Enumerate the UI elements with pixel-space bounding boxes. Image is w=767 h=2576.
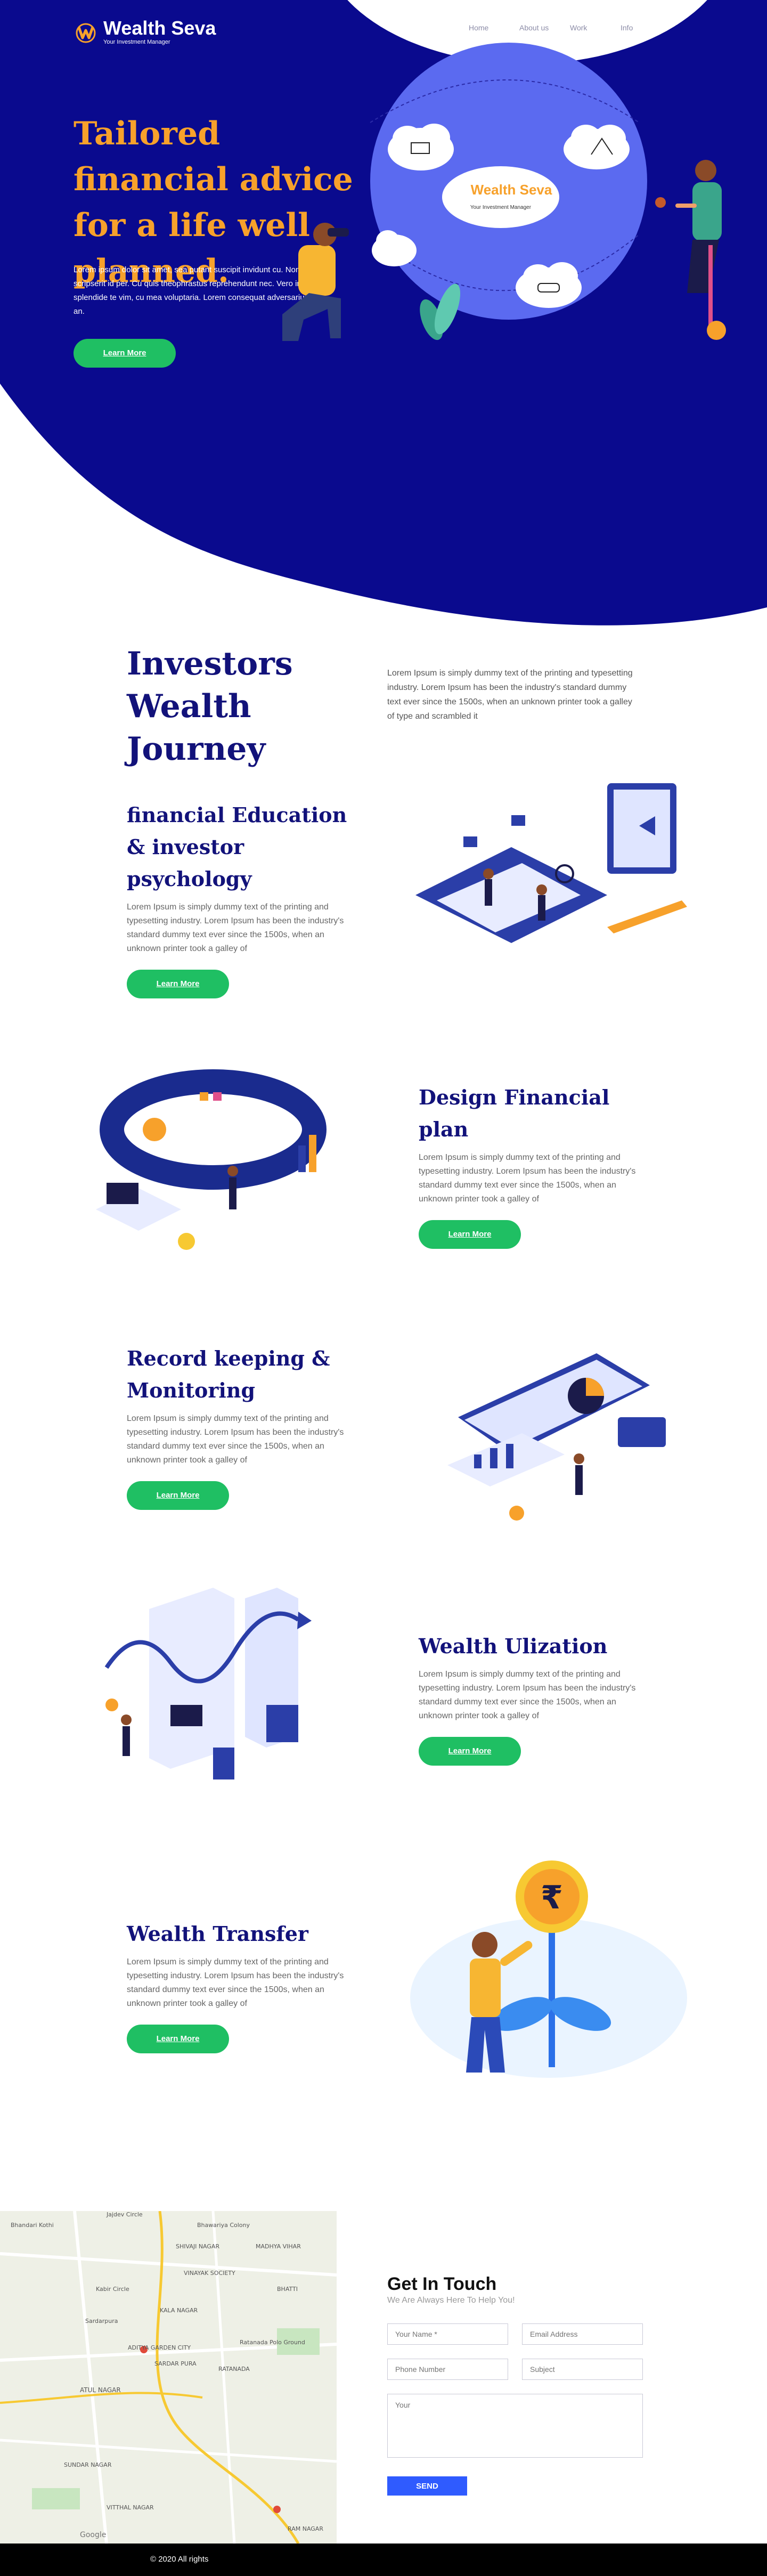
main-nav: Home About us Work Info bbox=[469, 23, 671, 32]
map-label: RATANADA bbox=[218, 2366, 250, 2372]
financial-plan-illustration bbox=[96, 1069, 327, 1250]
map-label: Jajdev Circle bbox=[106, 2211, 143, 2218]
map-label: Bhandari Kothi bbox=[11, 2222, 54, 2229]
feature-title: financial Education & investor psycholog… bbox=[127, 803, 347, 891]
map-label: SARDAR PURA bbox=[154, 2360, 197, 2367]
footer: © 2020 All rights bbox=[0, 2544, 767, 2576]
nav-work[interactable]: Work bbox=[570, 23, 621, 32]
journey-text: Lorem Ipsum is simply dummy text of the … bbox=[387, 669, 633, 721]
feature-text: Lorem Ipsum is simply dummy text of the … bbox=[419, 1670, 636, 1720]
map-label: SUNDAR NAGAR bbox=[64, 2461, 112, 2468]
cloud-icon bbox=[564, 125, 630, 169]
contact-title: Get In Touch bbox=[387, 2274, 497, 2294]
nav-about[interactable]: About us bbox=[519, 23, 570, 32]
nav-home[interactable]: Home bbox=[469, 23, 519, 32]
feature-title: Wealth Ulization bbox=[419, 1634, 608, 1658]
map-label: VITTHAL NAGAR bbox=[107, 2504, 154, 2511]
map-label: ATUL NAGAR bbox=[80, 2386, 121, 2394]
record-keeping-illustration bbox=[447, 1353, 666, 1521]
wealth-utilization-illustration bbox=[104, 1588, 312, 1779]
feature-title: Design Financial plan bbox=[419, 1085, 610, 1141]
map-label: ADITYA GARDEN CITY bbox=[128, 2344, 191, 2351]
brand-name: Wealth Seva bbox=[103, 17, 216, 39]
message-field[interactable] bbox=[387, 2394, 643, 2458]
lightbulb-icon bbox=[178, 1233, 195, 1250]
hero-section: Wealth Seva Your Investment Manager Home… bbox=[0, 0, 767, 629]
man-with-binoculars-illustration bbox=[282, 223, 349, 341]
brand-logo[interactable]: Wealth Seva Your Investment Manager bbox=[74, 18, 216, 45]
coin-icon bbox=[707, 321, 726, 340]
map-label: Sardarpura bbox=[85, 2318, 118, 2325]
feature-text: Lorem Ipsum is simply dummy text of the … bbox=[127, 1414, 344, 1465]
map-label: SHIVAJI NAGAR bbox=[176, 2243, 219, 2250]
journey-title: Investors Wealth Journey bbox=[127, 645, 293, 768]
copyright-text: © 2020 All rights bbox=[150, 2555, 209, 2564]
feature-learn-more-button[interactable]: Learn More bbox=[419, 1737, 521, 1766]
logo-icon bbox=[76, 23, 96, 43]
map-label: RAM NAGAR bbox=[288, 2525, 323, 2532]
subject-field[interactable] bbox=[522, 2359, 643, 2380]
globe-logo-tag: Your Investment Manager bbox=[470, 205, 532, 210]
feature-text: Lorem Ipsum is simply dummy text of the … bbox=[127, 1957, 344, 2008]
contact-form: Get In Touch We Are Always Here To Help … bbox=[387, 2274, 643, 2496]
map-attribution: Google bbox=[80, 2531, 106, 2539]
feature-learn-more-button[interactable]: Learn More bbox=[127, 970, 229, 998]
feature-title: Wealth Transfer bbox=[127, 1922, 308, 1946]
map-label: BHATTI bbox=[277, 2286, 298, 2293]
map-canvas: Jajdev Circle Bhandari Kothi Bhawariya C… bbox=[0, 2211, 337, 2544]
name-field[interactable] bbox=[387, 2323, 508, 2345]
location-map[interactable]: Jajdev Circle Bhandari Kothi Bhawariya C… bbox=[0, 2211, 337, 2544]
globe-logo-name: Wealth Seva bbox=[471, 182, 552, 198]
wealth-transfer-illustration: ₹ bbox=[410, 1860, 687, 2078]
feature-learn-more-button[interactable]: Learn More bbox=[419, 1220, 521, 1249]
cloud-icon bbox=[388, 124, 454, 170]
map-label: Bhawariya Colony bbox=[197, 2222, 250, 2229]
feature-text: Lorem Ipsum is simply dummy text of the … bbox=[127, 903, 344, 953]
education-illustration bbox=[415, 783, 687, 943]
email-field[interactable] bbox=[522, 2323, 643, 2345]
map-pin-icon bbox=[273, 2506, 281, 2513]
brand-tagline: Your Investment Manager bbox=[103, 39, 170, 45]
svg-text:₹: ₹ bbox=[541, 1879, 563, 1916]
feature-title: Record keeping & Monitoring bbox=[127, 1346, 330, 1402]
credit-card-icon bbox=[618, 1417, 666, 1447]
hero-learn-more-button[interactable]: Learn More bbox=[74, 339, 176, 368]
woman-with-cup-illustration bbox=[655, 160, 722, 325]
hero-illustration: Wealth Seva Your Investment Manager bbox=[282, 43, 726, 341]
send-button[interactable]: SEND bbox=[387, 2476, 467, 2496]
feature-learn-more-button[interactable]: Learn More bbox=[127, 1481, 229, 1510]
map-label: Kabir Circle bbox=[96, 2286, 129, 2293]
feature-learn-more-button[interactable]: Learn More bbox=[127, 2025, 229, 2053]
nav-info[interactable]: Info bbox=[621, 23, 671, 32]
contact-subtitle: We Are Always Here To Help You! bbox=[387, 2296, 515, 2305]
phone-field[interactable] bbox=[387, 2359, 508, 2380]
map-label: VINAYAK SOCIETY bbox=[184, 2270, 235, 2277]
feature-text: Lorem Ipsum is simply dummy text of the … bbox=[419, 1153, 636, 1204]
map-label: Ratanada Polo Ground bbox=[240, 2339, 305, 2346]
map-label: KALA NAGAR bbox=[160, 2307, 198, 2314]
map-label: MADHYA VIHAR bbox=[256, 2243, 301, 2250]
